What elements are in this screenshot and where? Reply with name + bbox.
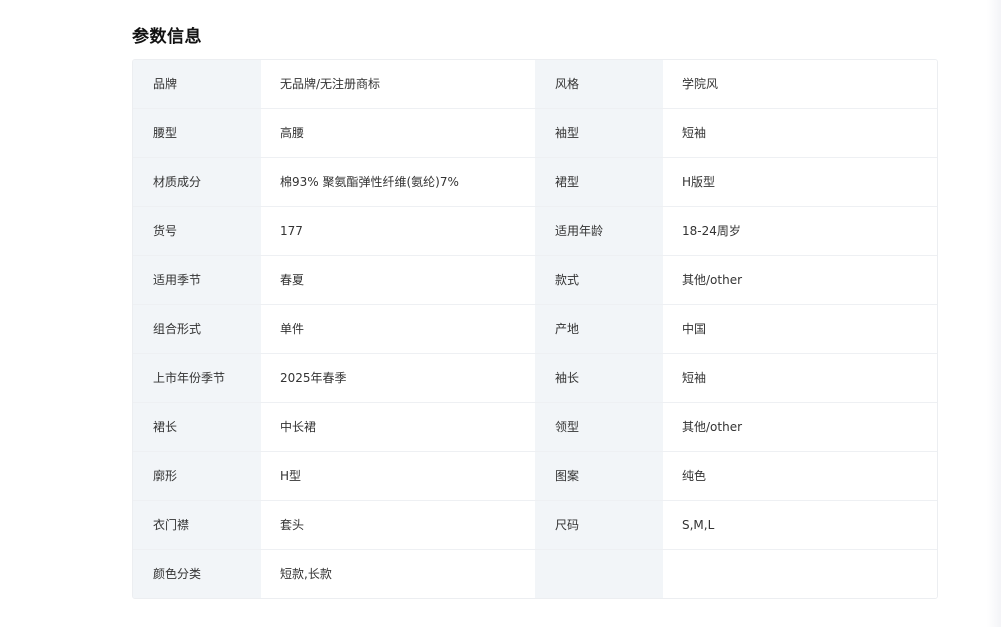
table-row: 组合形式 单件 产地 中国 [133,305,937,354]
param-label: 材质成分 [133,158,261,206]
table-row: 廓形 H型 图案 纯色 [133,452,937,501]
params-section: 参数信息 品牌 无品牌/无注册商标 风格 学院风 腰型 高腰 袖型 短袖 材质成… [132,25,938,599]
param-value: 短袖 [663,109,937,157]
param-label-empty [535,550,663,598]
param-label: 风格 [535,60,663,108]
param-label: 款式 [535,256,663,304]
param-label: 上市年份季节 [133,354,261,402]
param-label: 货号 [133,207,261,255]
table-row: 裙长 中长裙 领型 其他/other [133,403,937,452]
param-value: 177 [261,207,535,255]
param-label: 图案 [535,452,663,500]
param-value: 单件 [261,305,535,353]
table-row: 腰型 高腰 袖型 短袖 [133,109,937,158]
param-label: 裙型 [535,158,663,206]
table-row: 上市年份季节 2025年春季 袖长 短袖 [133,354,937,403]
param-value: H型 [261,452,535,500]
param-label: 产地 [535,305,663,353]
param-value: 春夏 [261,256,535,304]
param-label: 衣门襟 [133,501,261,549]
param-value: H版型 [663,158,937,206]
param-value: 高腰 [261,109,535,157]
section-title: 参数信息 [132,27,202,47]
param-value: 中国 [663,305,937,353]
param-label: 廓形 [133,452,261,500]
param-value: 棉93% 聚氨酯弹性纤维(氨纶)7% [261,158,535,206]
param-label: 适用季节 [133,256,261,304]
param-label: 颜色分类 [133,550,261,598]
param-value: 套头 [261,501,535,549]
param-label: 腰型 [133,109,261,157]
param-value: 短袖 [663,354,937,402]
table-row: 颜色分类 短款,长款 [133,550,937,598]
table-row: 货号 177 适用年龄 18-24周岁 [133,207,937,256]
param-value: 纯色 [663,452,937,500]
table-row: 品牌 无品牌/无注册商标 风格 学院风 [133,60,937,109]
param-value: 2025年春季 [261,354,535,402]
param-value: 短款,长款 [261,550,535,598]
table-row: 适用季节 春夏 款式 其他/other [133,256,937,305]
param-label: 品牌 [133,60,261,108]
param-label: 袖型 [535,109,663,157]
param-value: 其他/other [663,256,937,304]
param-value: 18-24周岁 [663,207,937,255]
param-value-empty [663,550,937,598]
param-label: 组合形式 [133,305,261,353]
param-value: 学院风 [663,60,937,108]
param-label: 裙长 [133,403,261,451]
param-value: 无品牌/无注册商标 [261,60,535,108]
param-value: S,M,L [663,501,937,549]
param-label: 袖长 [535,354,663,402]
param-label: 尺码 [535,501,663,549]
param-value: 其他/other [663,403,937,451]
param-value: 中长裙 [261,403,535,451]
table-row: 衣门襟 套头 尺码 S,M,L [133,501,937,550]
table-row: 材质成分 棉93% 聚氨酯弹性纤维(氨纶)7% 裙型 H版型 [133,158,937,207]
params-table: 品牌 无品牌/无注册商标 风格 学院风 腰型 高腰 袖型 短袖 材质成分 棉93… [132,59,938,599]
param-label: 领型 [535,403,663,451]
param-label: 适用年龄 [535,207,663,255]
right-edge-shadow [987,0,1001,627]
